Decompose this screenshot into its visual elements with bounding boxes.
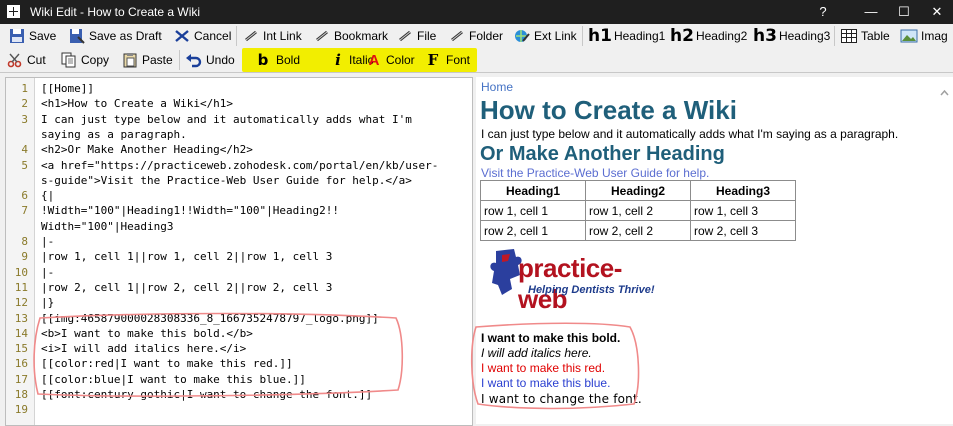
editor-annotation-circle	[33, 312, 404, 397]
annotation-overlay	[33, 312, 640, 410]
preview-annotation-circle	[470, 322, 640, 410]
